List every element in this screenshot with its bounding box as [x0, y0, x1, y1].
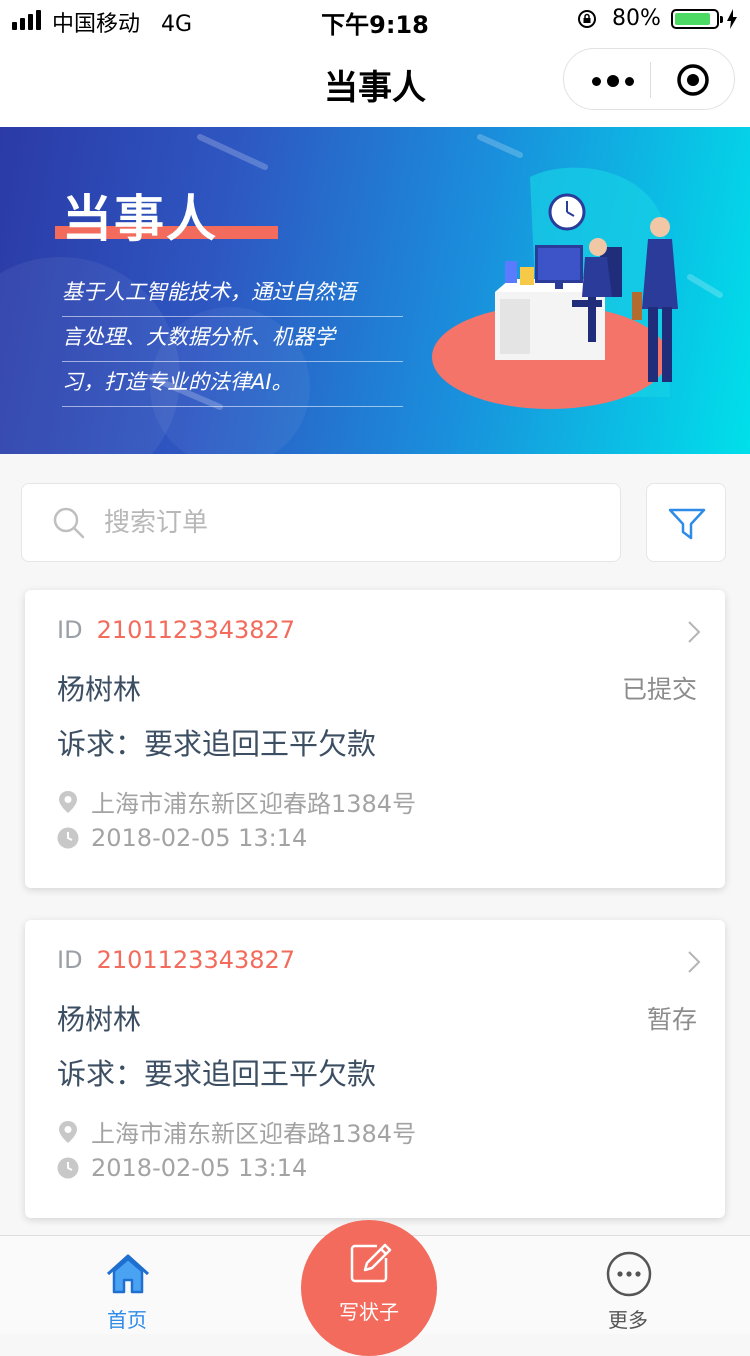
search-icon	[53, 507, 85, 539]
chevron-right-icon[interactable]	[687, 620, 701, 644]
banner-description-line: 基于人工智能技术，通过自然语	[62, 272, 403, 317]
battery-percent: 80%	[612, 6, 661, 31]
lock-rotation-icon	[578, 10, 596, 28]
location-pin-icon	[59, 1120, 77, 1143]
order-id-label: ID	[57, 946, 83, 974]
filter-button[interactable]	[646, 483, 726, 562]
time-row: 2018-02-05 13:14	[57, 824, 307, 852]
status-bar: 中国移动 4G 下午9:18 80%	[0, 0, 750, 40]
client-name: 杨树林	[57, 1003, 142, 1036]
search-bar	[21, 483, 621, 562]
order-id-row: ID 2101123343827	[57, 616, 295, 644]
address-text: 上海市浦东新区迎春路1384号	[91, 1120, 417, 1148]
claim-text: 诉求：要求追回王平欠款	[57, 727, 377, 761]
tab-label: 首页	[107, 1308, 147, 1332]
chevron-right-icon[interactable]	[687, 950, 701, 974]
address-text: 上海市浦东新区迎春路1384号	[91, 790, 417, 818]
time-row: 2018-02-05 13:14	[57, 1154, 307, 1182]
target-icon[interactable]	[676, 63, 710, 97]
time-text: 2018-02-05 13:14	[91, 824, 308, 852]
battery-icon	[671, 9, 723, 29]
tab-home[interactable]: 首页	[67, 1236, 187, 1334]
banner-title: 当事人	[62, 189, 218, 248]
lawyer-illustration	[432, 167, 678, 409]
order-id-row: ID 2101123343827	[57, 946, 295, 974]
write-button-label: 写状子	[339, 1300, 399, 1324]
location-pin-icon	[59, 790, 77, 813]
client-name: 杨树林	[57, 673, 142, 706]
filter-icon	[668, 508, 706, 540]
address-row: 上海市浦东新区迎春路1384号	[57, 784, 416, 819]
banner-description-line: 言处理、大数据分析、机器学	[62, 317, 403, 362]
home-icon	[106, 1254, 150, 1294]
hero-banner: 当事人 基于人工智能技术，通过自然语 言处理、大数据分析、机器学 习，打造专业的…	[0, 127, 750, 454]
address-row: 上海市浦东新区迎春路1384号	[57, 1114, 416, 1149]
time-text: 2018-02-05 13:14	[91, 1154, 308, 1182]
status-badge: 暂存	[646, 1005, 697, 1034]
banner-description: 基于人工智能技术，通过自然语 言处理、大数据分析、机器学 习，打造专业的法律AI…	[62, 272, 403, 407]
more-dots-icon[interactable]	[592, 75, 634, 87]
order-card[interactable]: ID 2101123343827 杨树林 已提交 诉求：要求追回王平欠款 上海市浦…	[25, 590, 725, 888]
search-input[interactable]	[102, 502, 586, 544]
order-id-label: ID	[57, 616, 83, 644]
order-id: 2101123343827	[96, 946, 296, 974]
order-id: 2101123343827	[96, 616, 296, 644]
mini-program-capsule	[563, 48, 735, 110]
nav-bar: 当事人	[0, 40, 750, 127]
claim-text: 诉求：要求追回王平欠款	[57, 1057, 377, 1091]
clock-icon	[57, 827, 79, 849]
capsule-divider	[650, 62, 651, 98]
order-card[interactable]: ID 2101123343827 杨树林 暂存 诉求：要求追回王平欠款 上海市浦东…	[25, 920, 725, 1218]
clock-icon	[57, 1157, 79, 1179]
more-circle-icon	[606, 1251, 652, 1297]
write-complaint-button[interactable]: 写状子	[301, 1220, 437, 1356]
status-badge: 已提交	[621, 675, 697, 704]
tab-label: 更多	[608, 1308, 648, 1332]
tab-more[interactable]: 更多	[568, 1236, 688, 1334]
pen-icon	[350, 1243, 392, 1283]
banner-description-line: 习，打造专业的法律AI。	[62, 362, 403, 407]
charging-icon	[727, 9, 737, 29]
